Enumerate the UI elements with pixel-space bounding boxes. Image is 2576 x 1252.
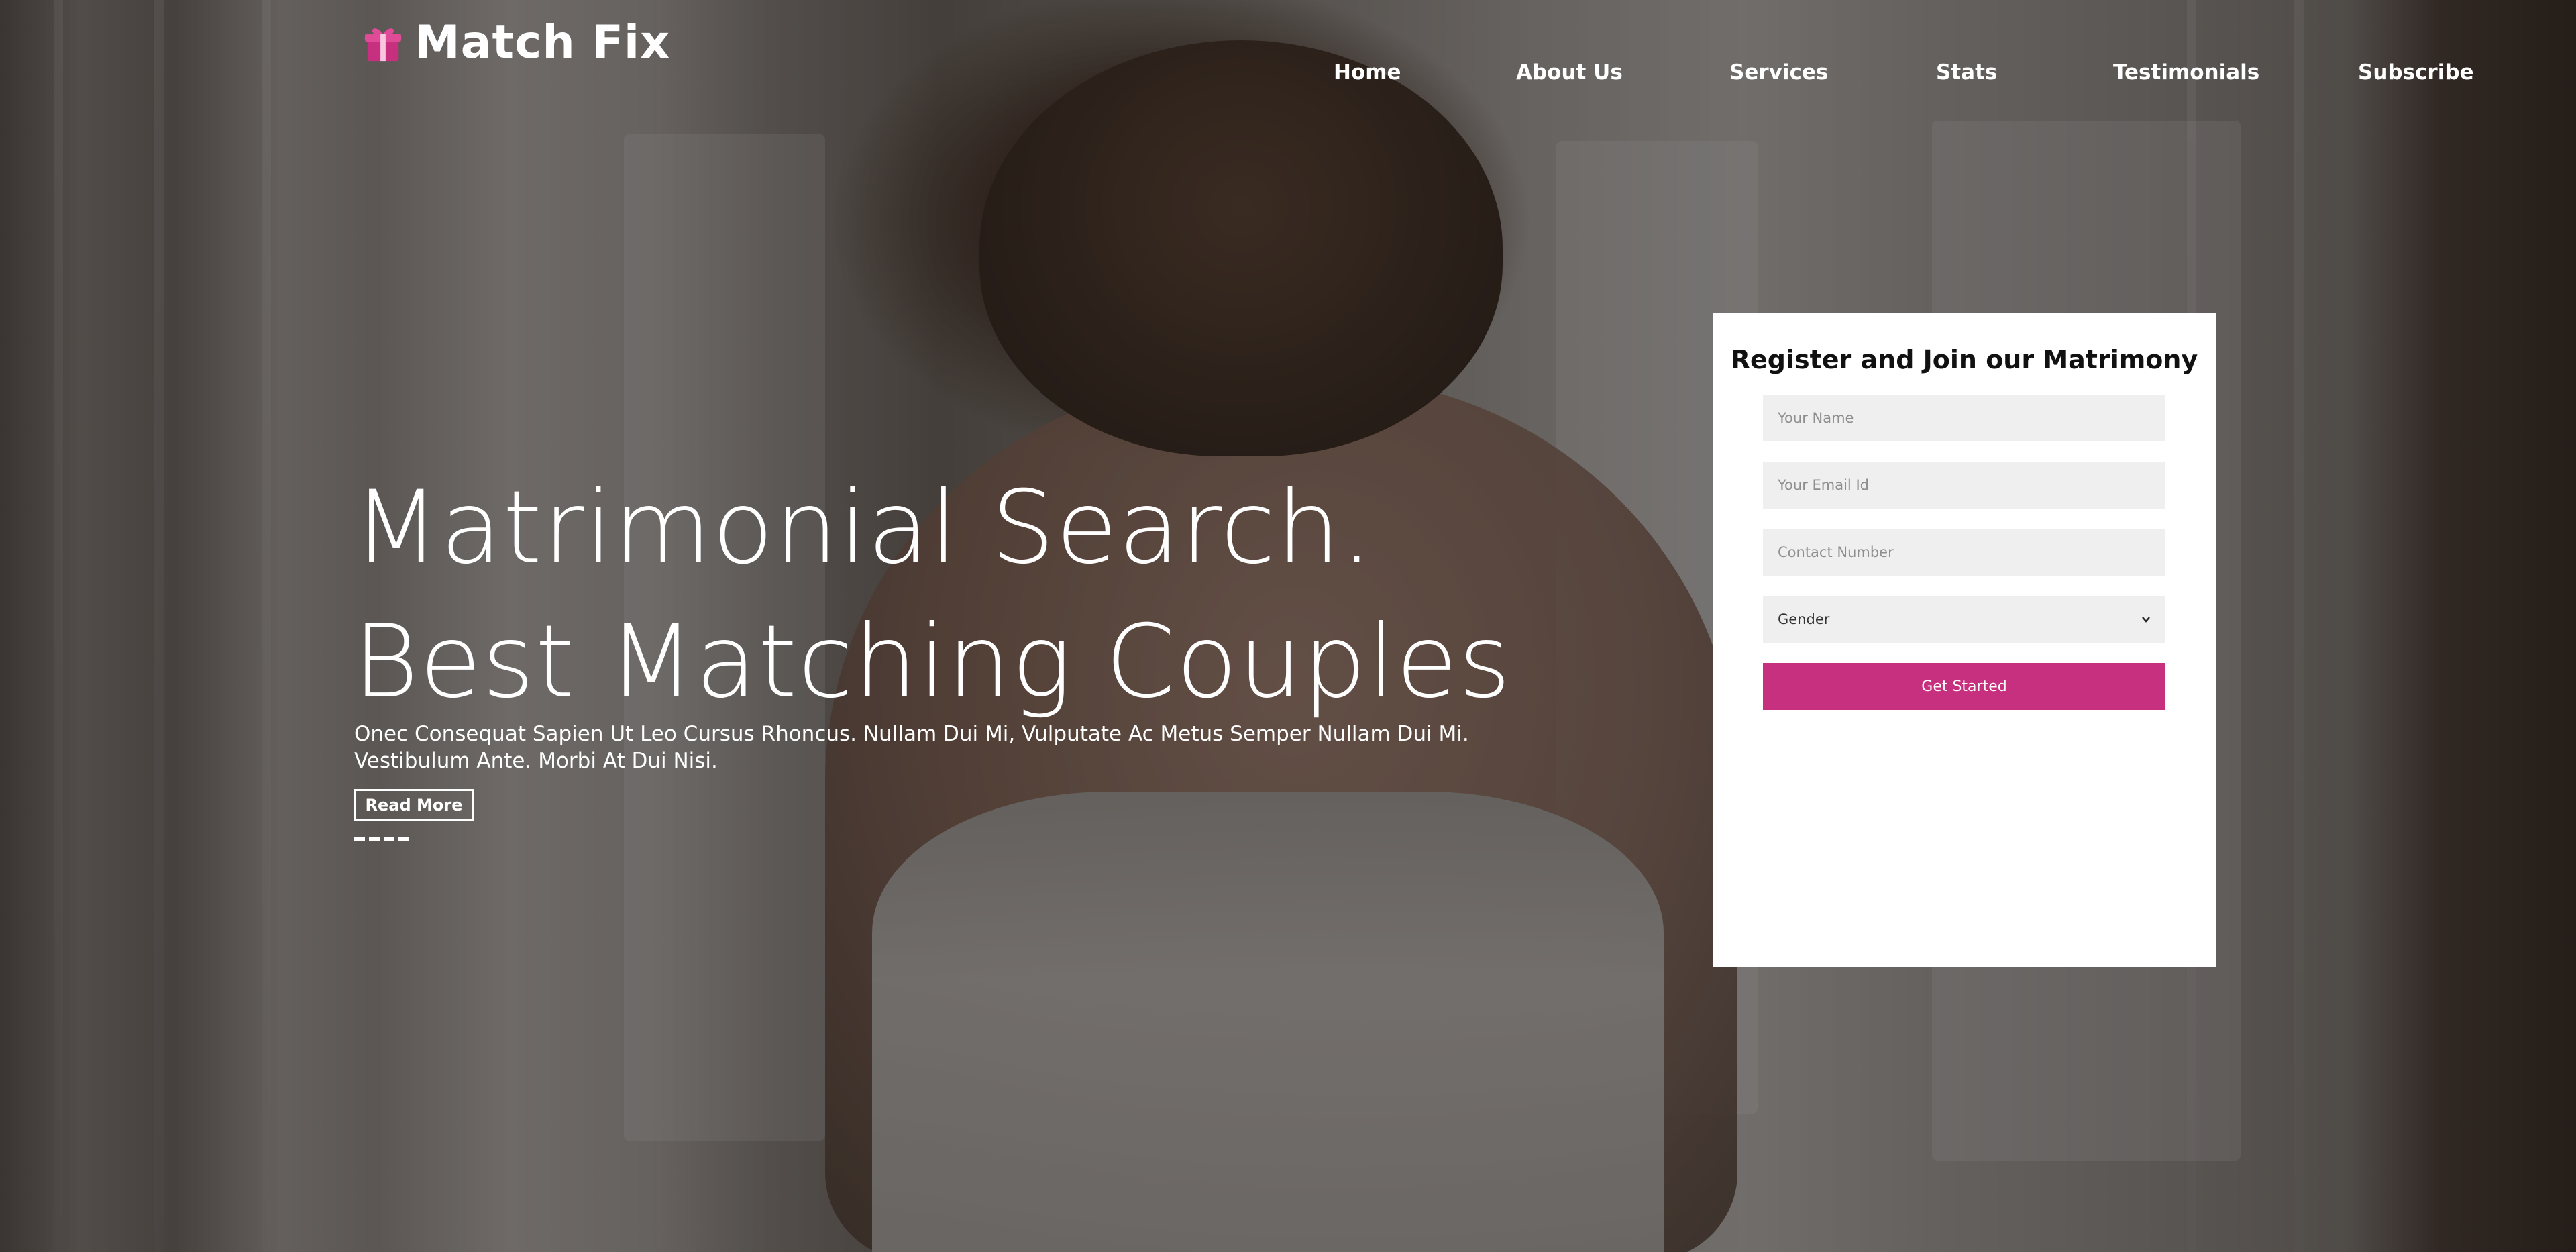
slider-dot[interactable]: [369, 837, 380, 841]
slider-dot[interactable]: [384, 837, 394, 841]
nav-item-services[interactable]: Services: [1729, 60, 1828, 85]
gift-icon: [364, 28, 402, 61]
registration-form: Register and Join our Matrimony Gender G…: [1713, 313, 2216, 967]
hero-description: Onec Consequat Sapien Ut Leo Cursus Rhon…: [354, 722, 1469, 773]
form-title: Register and Join our Matrimony: [1730, 345, 2198, 374]
nav-item-testimonials[interactable]: Testimonials: [2113, 60, 2259, 85]
slider-dot[interactable]: [354, 837, 365, 841]
nav-item-stats[interactable]: Stats: [1936, 60, 1997, 85]
email-input[interactable]: [1763, 462, 2165, 509]
hero-subheadline: Best Matching Couples: [353, 604, 1512, 721]
read-more-button[interactable]: Read More: [354, 789, 474, 821]
gender-select-value: Gender: [1778, 611, 1830, 627]
get-started-button[interactable]: Get Started: [1763, 663, 2165, 710]
hero-section: Match Fix Home About Us Services Stats T…: [0, 0, 2576, 1252]
hero-headline: Matrimonial Search.: [353, 470, 1374, 586]
nav-item-subscribe[interactable]: Subscribe: [2358, 60, 2474, 85]
slider-indicator: [354, 837, 409, 841]
chevron-down-icon: [2142, 617, 2150, 623]
slider-dot[interactable]: [398, 837, 409, 841]
nav-item-about-us[interactable]: About Us: [1516, 60, 1623, 85]
main-nav: Home About Us Services Stats Testimonial…: [0, 60, 2576, 87]
contact-number-input[interactable]: [1763, 529, 2165, 576]
name-input[interactable]: [1763, 395, 2165, 441]
gender-select[interactable]: Gender: [1763, 596, 2165, 643]
nav-item-home[interactable]: Home: [1334, 60, 1401, 85]
